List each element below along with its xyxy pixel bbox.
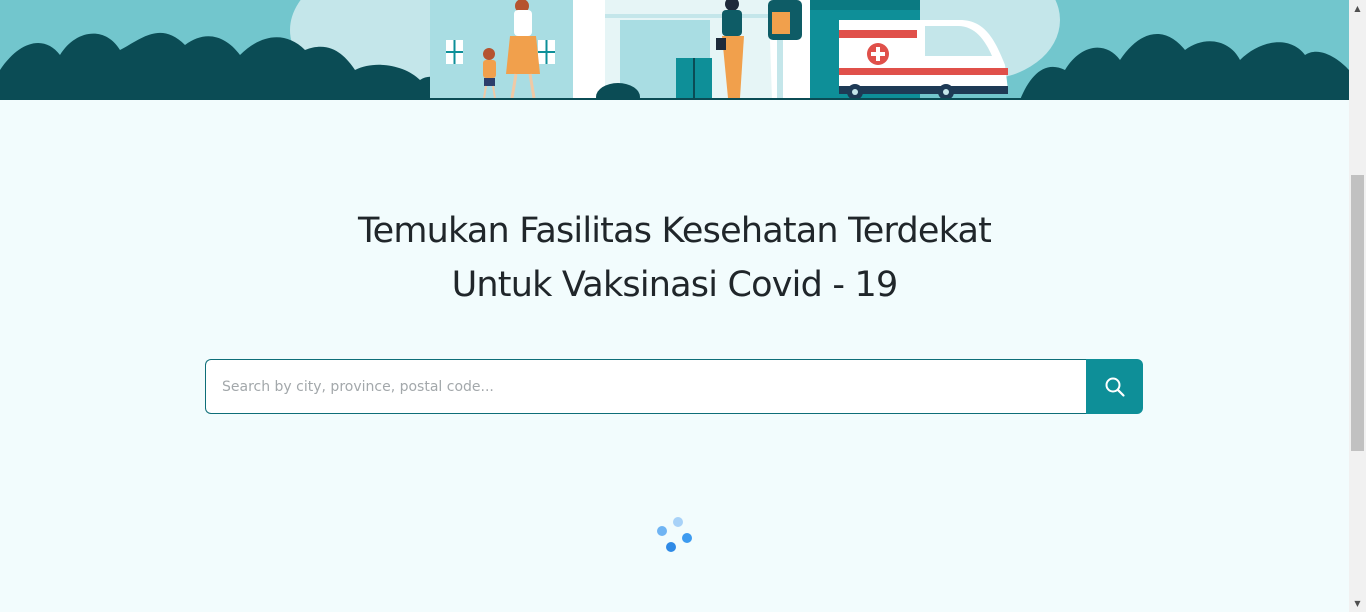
- search-button[interactable]: [1086, 359, 1143, 414]
- vertical-scrollbar[interactable]: ▲ ▼: [1349, 0, 1366, 612]
- scrollbar-thumb[interactable]: [1351, 175, 1364, 451]
- search-input[interactable]: [205, 359, 1086, 414]
- search-icon: [1104, 376, 1126, 398]
- chevron-down-icon[interactable]: ▼: [1349, 595, 1366, 612]
- headline-line-1: Temukan Fasilitas Kesehatan Terdekat: [357, 211, 992, 251]
- hero-illustration: [0, 0, 1349, 100]
- loading-spinner-icon: [655, 515, 695, 555]
- page-headline: Temukan Fasilitas Kesehatan Terdekat Unt…: [0, 204, 1349, 312]
- chevron-up-icon[interactable]: ▲: [1349, 0, 1366, 17]
- page: Temukan Fasilitas Kesehatan Terdekat Unt…: [0, 0, 1349, 612]
- search-bar: [205, 359, 1143, 414]
- headline-line-2: Untuk Vaksinasi Covid - 19: [451, 265, 899, 305]
